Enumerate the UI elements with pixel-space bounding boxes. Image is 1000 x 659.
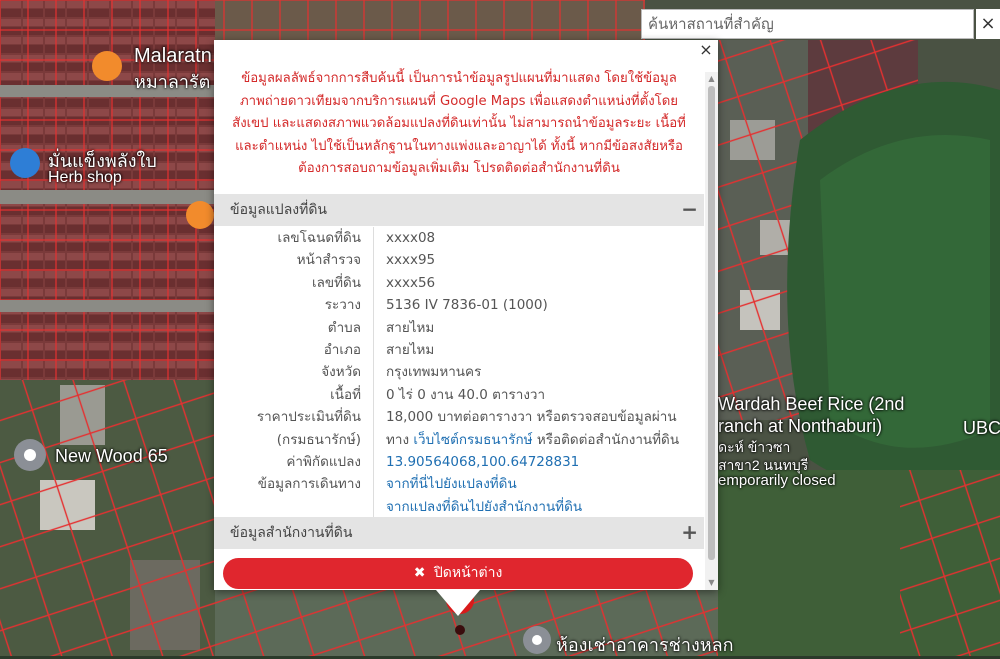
map-label-wardah-1: Wardah Beef Rice (2nd bbox=[718, 394, 905, 414]
info-row: เลขที่ดิน xxxx56 bbox=[214, 271, 704, 295]
restaurant-pin-icon[interactable] bbox=[186, 201, 214, 229]
expand-icon[interactable]: + bbox=[681, 517, 698, 547]
scrollbar-thumb[interactable] bbox=[708, 86, 715, 560]
close-window-label: ปิดหน้าต่าง bbox=[433, 565, 503, 581]
map-label-herb-shop: Herb shop bbox=[48, 169, 122, 186]
price-row: ราคาประเมินที่ดิน 18,000 บาทต่อตารางวา หร… bbox=[214, 406, 704, 429]
collapse-icon[interactable]: − bbox=[681, 194, 698, 224]
close-window-button[interactable]: ✖ ปิดหน้าต่าง bbox=[223, 558, 693, 589]
map-label-ub: UBC bbox=[963, 418, 1000, 438]
travel-row-2: จากแปลงที่ดินไปยังสำนักงานที่ดิน bbox=[214, 495, 704, 519]
info-row: อำเภอ สายไหม bbox=[214, 338, 704, 362]
scroll-up-icon[interactable]: ▲ bbox=[705, 74, 718, 84]
restaurant-pin-icon[interactable] bbox=[92, 51, 122, 81]
shop-pin-icon[interactable] bbox=[10, 148, 40, 178]
info-row: ตำบล สายไหม bbox=[214, 316, 704, 339]
close-icon: ✖ bbox=[413, 565, 426, 581]
parcel-info-table: เลขโฉนดที่ดิน xxxx08 หน้าสำรวจ xxxx95 เลขท… bbox=[214, 227, 704, 519]
place-search-input[interactable] bbox=[641, 9, 974, 39]
coords-row: ค่าพิกัดแปลง 13.90564068,100.64728831 bbox=[214, 450, 704, 474]
scroll-down-icon[interactable]: ▼ bbox=[705, 578, 718, 588]
coords-link[interactable]: 13.90564068,100.64728831 bbox=[386, 451, 579, 473]
search-clear-icon[interactable]: × bbox=[976, 9, 1000, 39]
popup-close-icon[interactable]: × bbox=[698, 41, 714, 59]
treasury-website-link[interactable]: เว็บไซต์กรมธนารักษ์ bbox=[413, 432, 532, 448]
parcel-section-header[interactable]: ข้อมูลแปลงที่ดิน − bbox=[214, 194, 704, 226]
map-label-malaratn-thai: หมาลารัต bbox=[134, 72, 211, 92]
office-section-header[interactable]: ข้อมูลสำนักงานที่ดิน + bbox=[214, 517, 704, 549]
disclaimer-text: ข้อมูลผลลัพธ์จากการสืบค้นนี้ เป็นการนำข้… bbox=[232, 71, 686, 176]
info-row: หน้าสำรวจ xxxx95 bbox=[214, 249, 704, 272]
map-label-new-wood: New Wood 65 bbox=[55, 446, 168, 466]
map-label-bottom-place: ห้องเช่าอาคารช่างหลก bbox=[556, 635, 734, 655]
map-label-wardah-5: emporarily closed bbox=[718, 472, 836, 489]
info-row: เนื้อที่ 0 ไร่ 0 งาน 40.0 ตารางวา bbox=[214, 383, 704, 407]
popup-scrollbar[interactable]: ▲ ▼ bbox=[705, 72, 718, 590]
price-row-2: (กรมธนารักษ์) ทาง เว็บไซต์กรมธนารักษ์ หรื… bbox=[214, 428, 704, 451]
popup-pointer bbox=[436, 590, 480, 616]
directions-to-office-link[interactable]: จากแปลงที่ดินไปยังสำนักงานที่ดิน bbox=[386, 496, 582, 518]
travel-row: ข้อมูลการเดินทาง จากที่นี่ไปยังแปลงที่ดิน bbox=[214, 473, 704, 496]
directions-to-parcel-link[interactable]: จากที่นี่ไปยังแปลงที่ดิน bbox=[386, 473, 517, 495]
map-label-malaratn: Malaratn bbox=[134, 45, 212, 67]
office-section-title: ข้อมูลสำนักงานที่ดิน bbox=[230, 525, 353, 541]
info-row: จังหวัด กรุงเทพมหานคร bbox=[214, 361, 704, 384]
info-row: เลขโฉนดที่ดิน xxxx08 bbox=[214, 227, 704, 250]
parcel-section-title: ข้อมูลแปลงที่ดิน bbox=[230, 202, 328, 218]
info-row: ระวาง 5136 IV 7836-01 (1000) bbox=[214, 294, 704, 317]
popup-content: ข้อมูลผลลัพธ์จากการสืบค้นนี้ เป็นการนำข้… bbox=[214, 40, 704, 590]
parcel-info-popup: ข้อมูลผลลัพธ์จากการสืบค้นนี้ เป็นการนำข้… bbox=[214, 40, 718, 590]
map-label-wardah-2: ranch at Nonthaburi) bbox=[718, 416, 883, 436]
